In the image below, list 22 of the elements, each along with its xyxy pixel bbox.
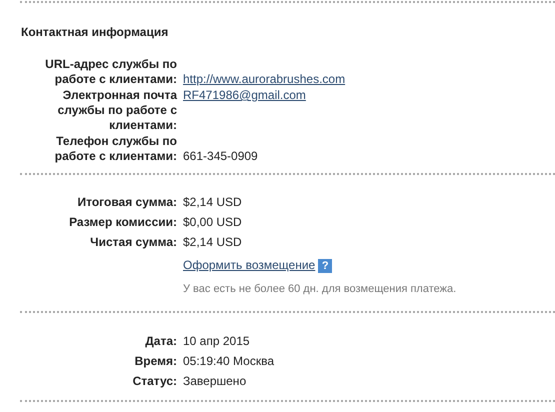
field-label: Телефон службы по работе с клиентами:: [54, 134, 177, 164]
field-value: $2,14 USD: [183, 235, 242, 250]
field-label: Итоговая сумма:: [77, 195, 177, 210]
field-label: Чистая сумма:: [90, 235, 177, 250]
field-value: $2,14 USD: [183, 195, 242, 210]
help-icon[interactable]: ?: [318, 258, 332, 272]
value-link[interactable]: http://www.aurorabrushes.com: [183, 72, 346, 87]
field-label: Размер комиссии:: [69, 215, 177, 230]
field-label: Электронная почта службы по работе с клиентами:: [56, 88, 177, 133]
section-heading: Контактная информация: [21, 24, 170, 40]
field-label: Время:: [134, 354, 177, 369]
refund-link[interactable]: Оформить возмещение: [183, 258, 316, 273]
field-value: Завершено: [183, 374, 246, 389]
field-label: Дата:: [145, 334, 177, 349]
field-value: 661-345-0909: [183, 149, 258, 164]
value-link[interactable]: RF471986@gmail.com: [183, 88, 306, 103]
field-value: $0,00 USD: [183, 215, 242, 230]
note-text: У вас есть не более 60 дн. для возмещения платежа.: [183, 282, 456, 297]
field-label: URL-адрес службы по работе с клиентами:: [45, 57, 177, 87]
field-value: 10 апр 2015: [183, 334, 250, 349]
field-label: Статус:: [132, 374, 177, 389]
field-value: 05:19:40 Москва: [183, 354, 274, 369]
